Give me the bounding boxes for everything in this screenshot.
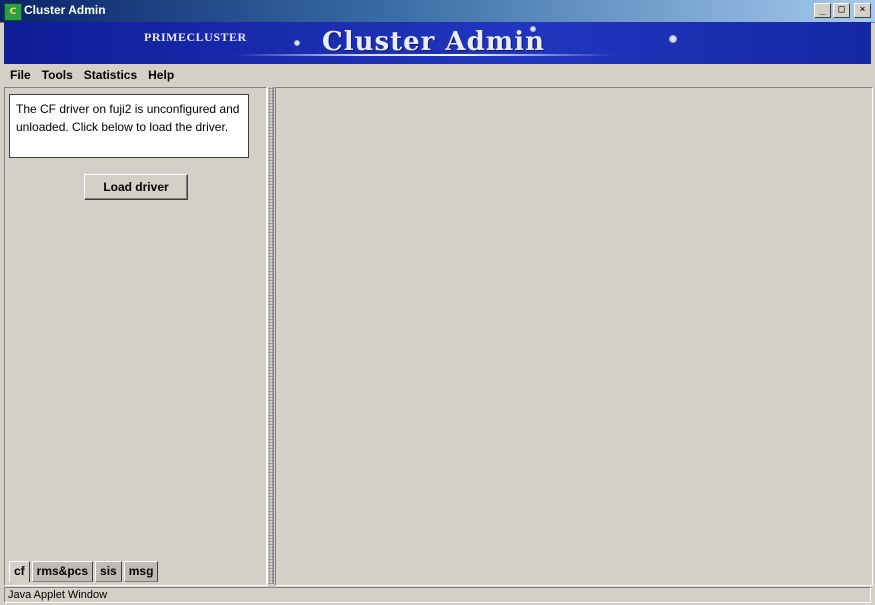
panel-tabs: cf rms&pcs sis msg — [9, 561, 160, 582]
close-button[interactable]: × — [854, 3, 871, 18]
tab-rms-pcs[interactable]: rms&pcs — [31, 561, 94, 582]
cluster-admin-app-icon[interactable]: C — [4, 3, 22, 21]
menu-help[interactable]: Help — [142, 68, 179, 82]
main-content-pane — [275, 87, 873, 586]
window-title-bar[interactable]: C Cluster Admin _ □ × — [0, 0, 875, 23]
tab-msg[interactable]: msg — [123, 561, 159, 582]
tab-cf[interactable]: cf — [9, 561, 30, 582]
menu-bar: File Tools Statistics Help — [0, 65, 875, 85]
driver-status-message: The CF driver on fuji2 is unconfigured a… — [9, 94, 249, 158]
maximize-button[interactable]: □ — [833, 3, 850, 18]
left-panel: The CF driver on fuji2 is unconfigured a… — [4, 87, 267, 586]
status-bar: Java Applet Window — [4, 587, 871, 603]
window-controls: _ □ × — [814, 3, 871, 18]
menu-tools[interactable]: Tools — [36, 68, 78, 82]
banner-sparkle — [669, 35, 677, 43]
pane-splitter[interactable] — [267, 87, 274, 584]
menu-statistics[interactable]: Statistics — [78, 68, 142, 82]
banner-subtitle: PRIMECLUSTER — [144, 30, 247, 44]
menu-file[interactable]: File — [0, 68, 36, 82]
banner: PRIMECLUSTER Cluster Admin — [4, 22, 871, 64]
tab-sis[interactable]: sis — [95, 561, 122, 582]
minimize-button[interactable]: _ — [814, 3, 831, 18]
banner-sparkle — [294, 40, 300, 46]
status-text: Java Applet Window — [8, 589, 108, 601]
load-driver-button[interactable]: Load driver — [84, 174, 188, 200]
window-title: Cluster Admin — [24, 3, 106, 17]
banner-title: Cluster Admin — [322, 27, 546, 57]
